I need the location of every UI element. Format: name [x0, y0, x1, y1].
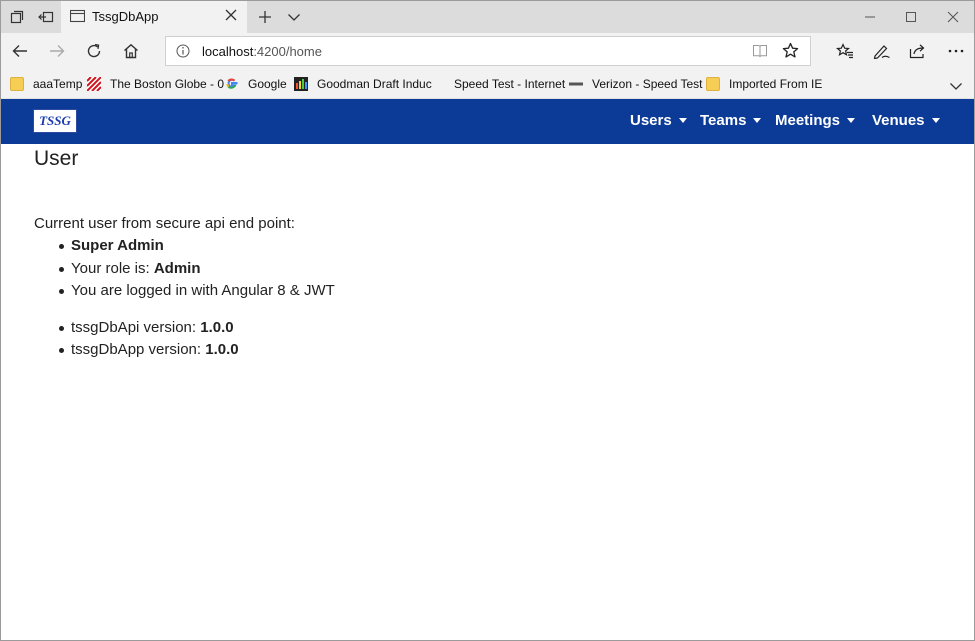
minimize-icon[interactable] [860, 7, 880, 27]
tab-title: TssgDbApp [92, 9, 159, 24]
close-tab-icon[interactable] [224, 8, 238, 27]
site-info-icon[interactable] [176, 44, 190, 63]
favorites-hub-icon[interactable] [834, 40, 856, 62]
caret-down-icon [931, 118, 940, 123]
favorite-google[interactable]: Google [225, 75, 287, 93]
favorite-label: Google [248, 77, 287, 91]
close-window-icon[interactable] [943, 7, 963, 27]
nav-meetings-dropdown[interactable]: Meetings [775, 112, 856, 129]
favorite-verizon[interactable]: Verizon - Speed Test [569, 75, 703, 93]
app-navbar: TSSG Users Teams Meetings Venues [1, 99, 974, 144]
favorite-label: Verizon - Speed Test [592, 77, 703, 91]
folder-icon [706, 77, 720, 91]
favorite-label: The Boston Globe - 0 [110, 77, 225, 91]
nav-meetings-label: Meetings [775, 112, 841, 129]
tab-preview-icon[interactable] [7, 7, 27, 27]
nav-users-label: Users [630, 112, 672, 129]
home-icon[interactable] [120, 40, 142, 62]
list-item-api-version: tssgDbApi version: 1.0.0 [59, 317, 954, 340]
tab-active[interactable]: TssgDbApp [61, 1, 247, 33]
new-tab-icon[interactable] [255, 7, 275, 27]
favorite-boston-globe[interactable]: The Boston Globe - 0 [86, 75, 225, 93]
caret-down-icon [847, 118, 856, 123]
address-bar[interactable]: localhost:4200/home [165, 36, 811, 66]
role-value: Admin [153, 259, 201, 277]
nav-venues-label: Venues [872, 112, 925, 129]
page-title: User [34, 147, 79, 170]
tab-strip: TssgDbApp [1, 1, 974, 33]
favorites-bar: aaaTemp The Boston Globe - 0 Google Good… [1, 69, 974, 99]
set-tabs-aside-icon[interactable] [36, 7, 56, 27]
favorite-goodman[interactable]: Goodman Draft Induc [294, 75, 432, 93]
address-bar-row: localhost:4200/home [1, 33, 974, 69]
role-prefix: Your role is: [71, 259, 154, 277]
nav-teams-label: Teams [700, 112, 747, 129]
favorites-overflow-chevron-icon[interactable] [949, 77, 963, 95]
favorite-aaatemp[interactable]: aaaTemp [10, 75, 82, 93]
url-text[interactable]: localhost:4200/home [202, 44, 322, 59]
caret-down-icon [678, 118, 687, 123]
list-item-role: Your role is: Admin [59, 258, 954, 281]
list-item-app-version: tssgDbApp version: 1.0.0 [59, 339, 954, 362]
caret-down-icon [753, 118, 762, 123]
api-version-prefix: tssgDbApi version: [71, 318, 201, 336]
favorite-star-icon[interactable] [782, 42, 799, 64]
user-info-list: Super Admin Your role is: Admin You are … [59, 235, 954, 303]
app-logo[interactable]: TSSG [33, 109, 77, 133]
nav-teams-dropdown[interactable]: Teams [700, 112, 762, 129]
page-icon [69, 9, 86, 28]
user-name: Super Admin [71, 237, 164, 254]
logo-text: TSSG [39, 113, 71, 128]
nav-users-dropdown[interactable]: Users [630, 112, 687, 129]
boston-globe-favicon [86, 76, 102, 92]
maximize-icon[interactable] [901, 7, 921, 27]
tab-list-chevron-icon[interactable] [284, 7, 304, 27]
verizon-favicon [569, 77, 583, 91]
url-host: localhost [202, 44, 254, 59]
app-version-prefix: tssgDbApp version: [71, 341, 206, 358]
web-notes-pen-icon[interactable] [871, 40, 893, 62]
favorite-imported-from-ie[interactable]: Imported From IE [706, 75, 822, 93]
version-list: tssgDbApi version: 1.0.0 tssgDbApp versi… [59, 317, 954, 362]
url-path: :4200/home [253, 44, 322, 59]
app-version-value: 1.0.0 [205, 341, 239, 358]
page-content: User Current user from secure api end po… [34, 144, 954, 362]
list-item-user-name: Super Admin [59, 235, 954, 258]
favorite-label: Imported From IE [729, 77, 823, 91]
favorite-label: Goodman Draft Induc [317, 77, 432, 91]
google-favicon [225, 77, 239, 91]
goodman-favicon [294, 77, 308, 91]
browser-window: TssgDbApp localhost:4200/home aaaTemp Th… [0, 0, 975, 641]
refresh-icon[interactable] [83, 40, 105, 62]
api-version-value: 1.0.0 [200, 318, 234, 336]
back-arrow-icon[interactable] [9, 40, 31, 62]
share-icon[interactable] [907, 40, 929, 62]
favorite-label: Speed Test - Internet [454, 77, 566, 91]
more-options-icon[interactable] [945, 40, 967, 62]
list-item-login-note: You are logged in with Angular 8 & JWT [59, 280, 954, 303]
favorite-label: aaaTemp [33, 77, 83, 91]
nav-venues-dropdown[interactable]: Venues [872, 112, 940, 129]
forward-arrow-icon[interactable] [46, 40, 68, 62]
folder-icon [10, 77, 24, 91]
reading-view-icon[interactable] [752, 43, 768, 64]
login-note: You are logged in with Angular 8 & JWT [71, 282, 335, 299]
intro-text: Current user from secure api end point: [34, 215, 295, 232]
favorite-speed-test-internet[interactable]: Speed Test - Internet [454, 75, 565, 93]
